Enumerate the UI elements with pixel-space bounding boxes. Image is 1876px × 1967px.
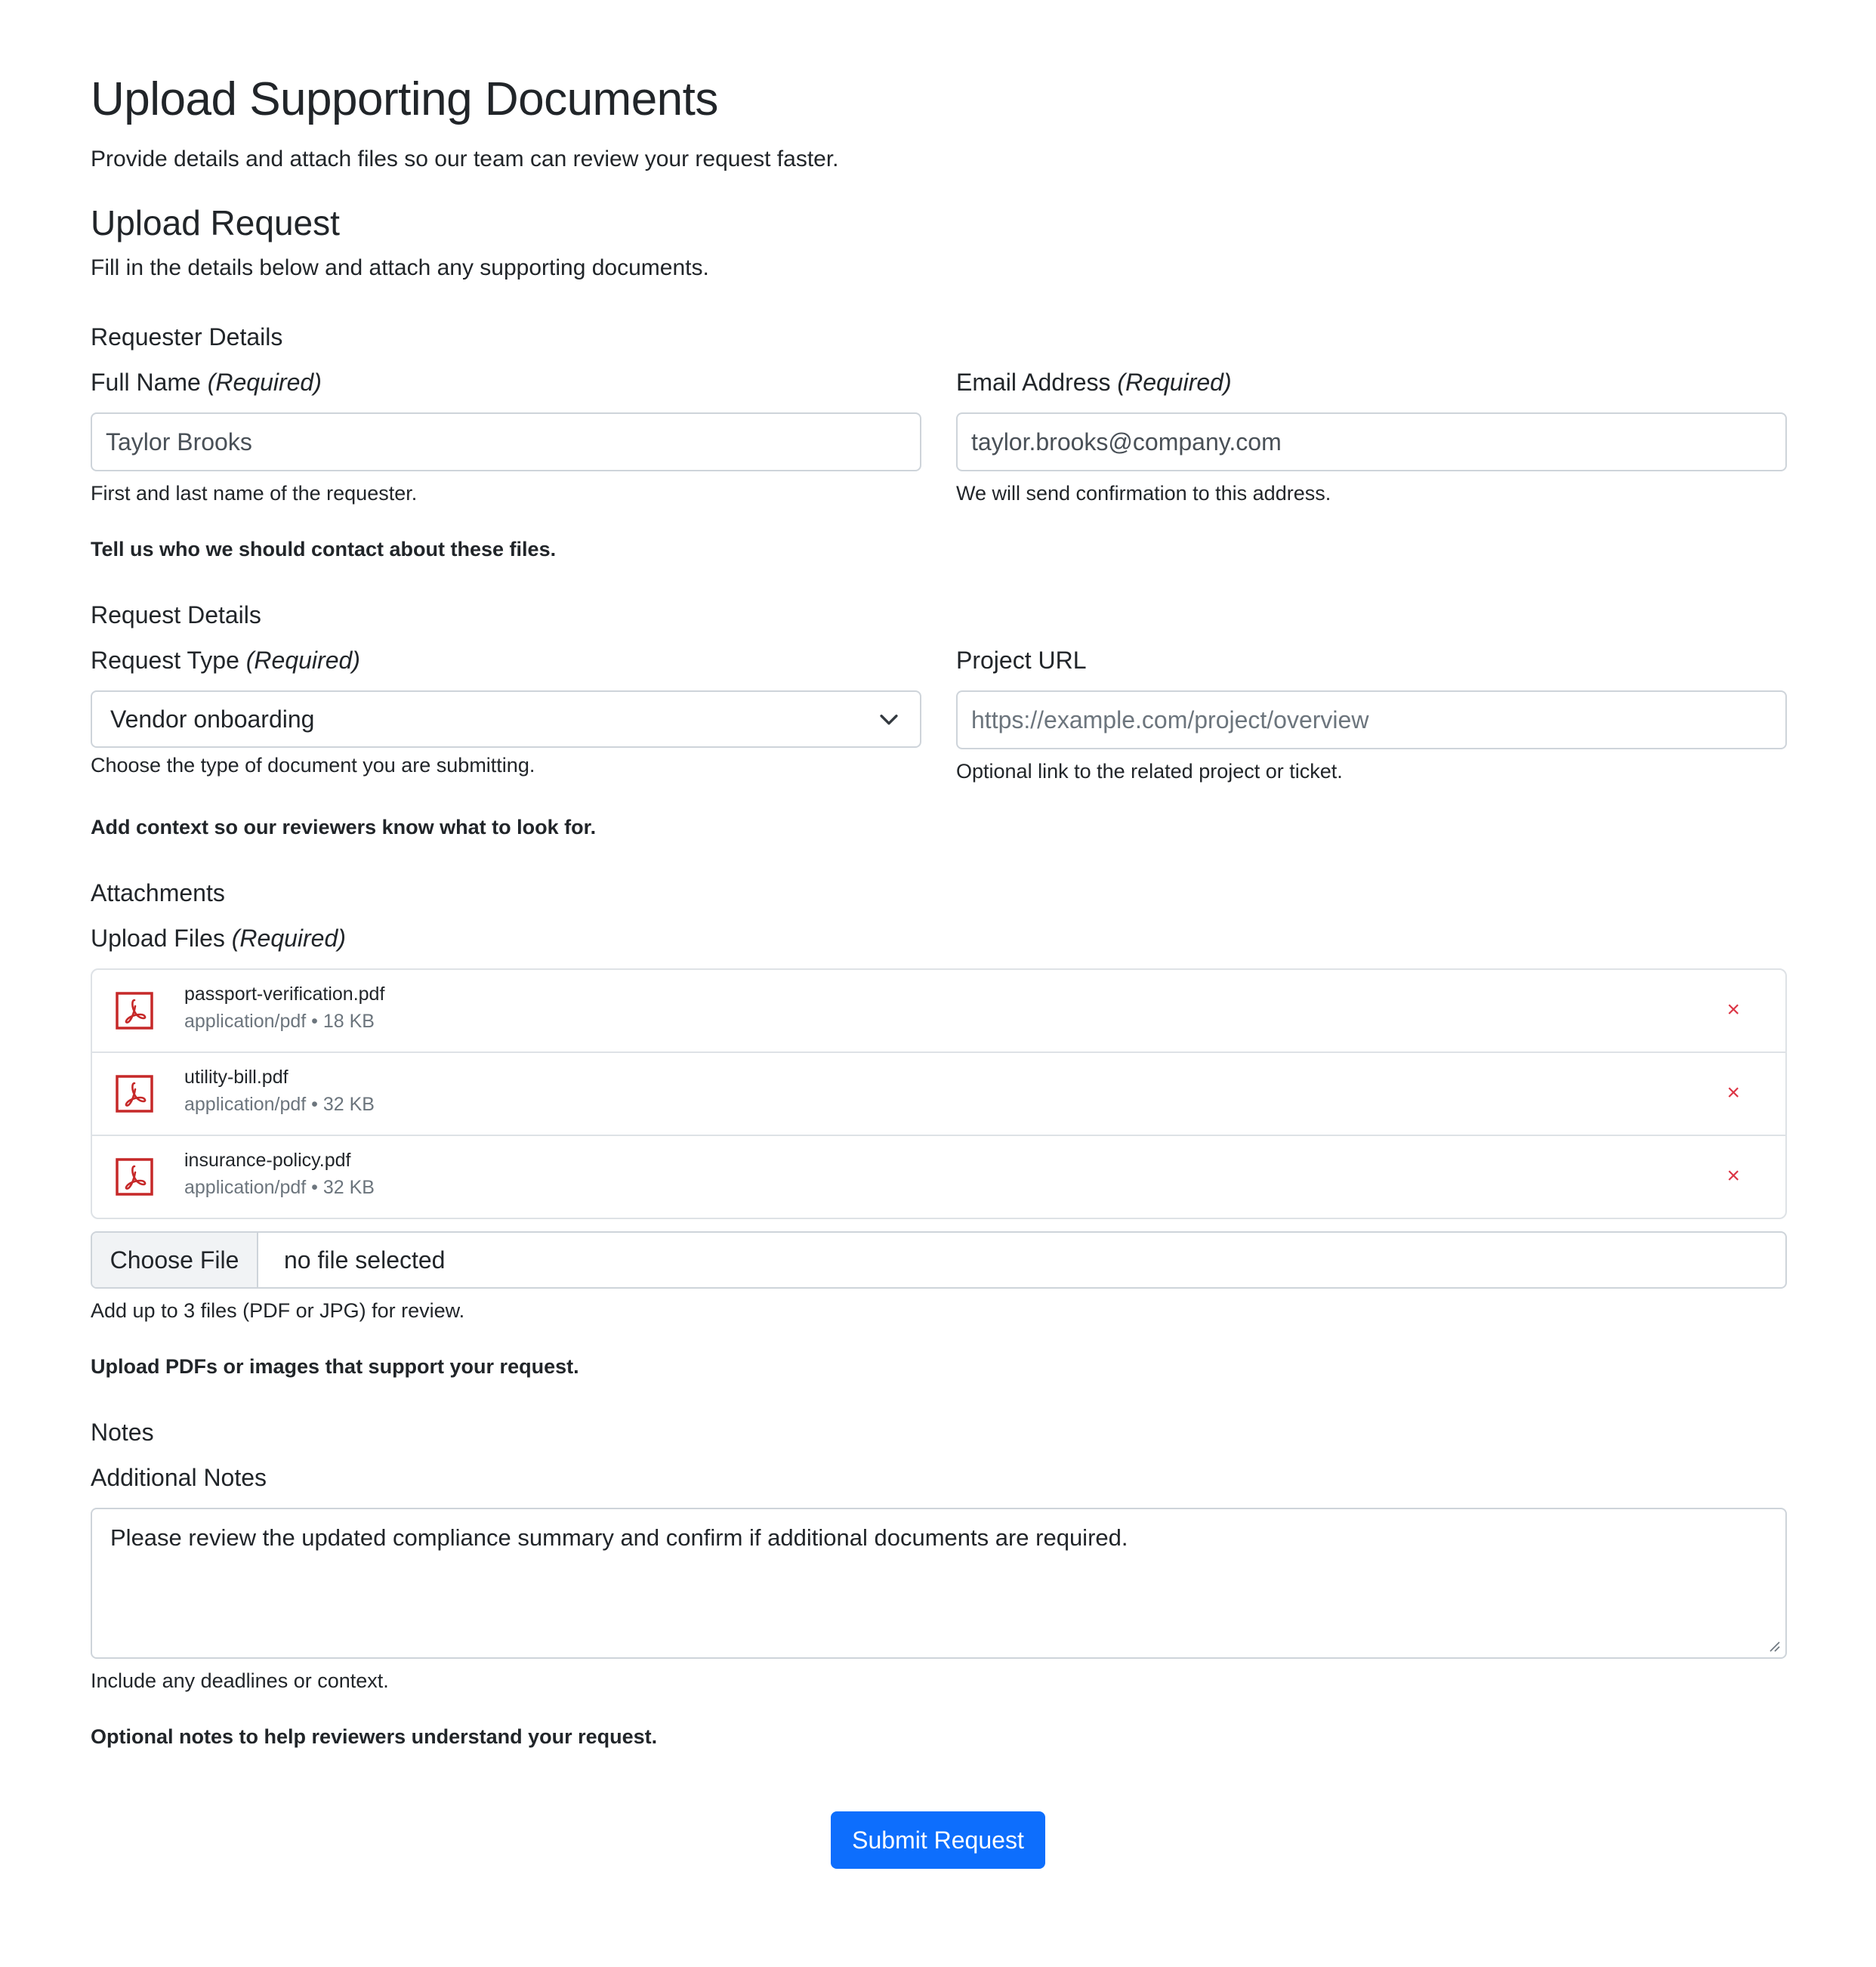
required-indicator: (Required)	[207, 369, 322, 396]
request-type-help: Choose the type of document you are subm…	[91, 754, 535, 777]
chevron-down-icon	[880, 715, 898, 725]
full-name-value: Taylor Brooks	[106, 428, 252, 455]
required-indicator: (Required)	[231, 925, 346, 952]
additional-notes-textarea[interactable]: Please review the updated compliance sum…	[91, 1508, 1787, 1659]
project-url-placeholder: https://example.com/project/overview	[971, 706, 1369, 733]
attachments-section-title: Attachments	[91, 879, 225, 906]
notes-help: Include any deadlines or context.	[91, 1669, 389, 1692]
email-value: taylor.brooks@company.com	[971, 428, 1282, 455]
form-description: Fill in the details below and attach any…	[91, 255, 709, 280]
upload-page: Upload Supporting Documents Provide deta…	[0, 0, 1876, 1967]
file-input[interactable]: Choose File no file selected	[91, 1231, 1787, 1289]
project-url-help: Optional link to the related project or …	[956, 760, 1343, 783]
required-indicator: (Required)	[245, 647, 360, 674]
file-name: utility-bill.pdf	[184, 1067, 288, 1088]
attachments-note: Upload PDFs or images that support your …	[91, 1355, 579, 1378]
request-type-label: Request Type (Required)	[91, 647, 360, 675]
pdf-icon	[116, 1158, 153, 1196]
pdf-icon	[116, 1075, 153, 1113]
upload-files-label-text: Upload Files	[91, 925, 225, 952]
notes-value: Please review the updated compliance sum…	[110, 1524, 1128, 1551]
additional-notes-label: Additional Notes	[91, 1464, 267, 1491]
request-section-title: Request Details	[91, 601, 261, 628]
file-meta: application/pdf • 32 KB	[184, 1177, 375, 1198]
full-name-help: First and last name of the requester.	[91, 482, 418, 505]
remove-file-icon[interactable]: ×	[1726, 1080, 1740, 1106]
file-list-item: insurance-policy.pdf application/pdf • 3…	[92, 1136, 1785, 1218]
choose-file-button[interactable]: Choose File	[92, 1233, 258, 1287]
requester-section-title: Requester Details	[91, 323, 283, 350]
requester-note: Tell us who we should contact about thes…	[91, 538, 557, 560]
pdf-icon	[116, 992, 153, 1030]
page-title: Upload Supporting Documents	[91, 73, 718, 125]
project-url-input[interactable]: https://example.com/project/overview	[956, 690, 1787, 749]
file-list: passport-verification.pdf application/pd…	[91, 968, 1787, 1219]
remove-file-icon[interactable]: ×	[1726, 1163, 1740, 1189]
email-label: Email Address (Required)	[956, 369, 1232, 397]
full-name-input[interactable]: Taylor Brooks	[91, 412, 921, 471]
page-subtitle: Provide details and attach files so our …	[91, 147, 839, 171]
required-indicator: (Required)	[1117, 369, 1232, 396]
notes-section-title: Notes	[91, 1419, 154, 1446]
full-name-label: Full Name (Required)	[91, 369, 322, 397]
submit-button[interactable]: Submit Request	[831, 1811, 1045, 1869]
file-list-item: passport-verification.pdf application/pd…	[92, 970, 1785, 1053]
no-file-text: no file selected	[284, 1246, 446, 1274]
file-name: passport-verification.pdf	[184, 984, 385, 1005]
upload-help: Add up to 3 files (PDF or JPG) for revie…	[91, 1299, 465, 1322]
project-url-label: Project URL	[956, 647, 1087, 674]
form-title: Upload Request	[91, 203, 340, 242]
email-label-text: Email Address	[956, 369, 1111, 396]
email-help: We will send confirmation to this addres…	[956, 482, 1331, 505]
file-list-item: utility-bill.pdf application/pdf • 32 KB…	[92, 1053, 1785, 1136]
file-name: insurance-policy.pdf	[184, 1150, 351, 1171]
upload-files-label: Upload Files (Required)	[91, 925, 346, 953]
request-note: Add context so our reviewers know what t…	[91, 816, 597, 838]
email-field[interactable]: taylor.brooks@company.com	[956, 412, 1787, 471]
full-name-label-text: Full Name	[91, 369, 201, 396]
request-type-select[interactable]: Vendor onboarding	[91, 690, 921, 748]
request-type-selected: Vendor onboarding	[110, 705, 315, 733]
remove-file-icon[interactable]: ×	[1726, 997, 1740, 1023]
file-meta: application/pdf • 18 KB	[184, 1011, 375, 1032]
notes-note: Optional notes to help reviewers underst…	[91, 1725, 658, 1748]
request-type-label-text: Request Type	[91, 647, 239, 674]
resize-handle-icon[interactable]	[1767, 1639, 1781, 1653]
file-meta: application/pdf • 32 KB	[184, 1094, 375, 1115]
